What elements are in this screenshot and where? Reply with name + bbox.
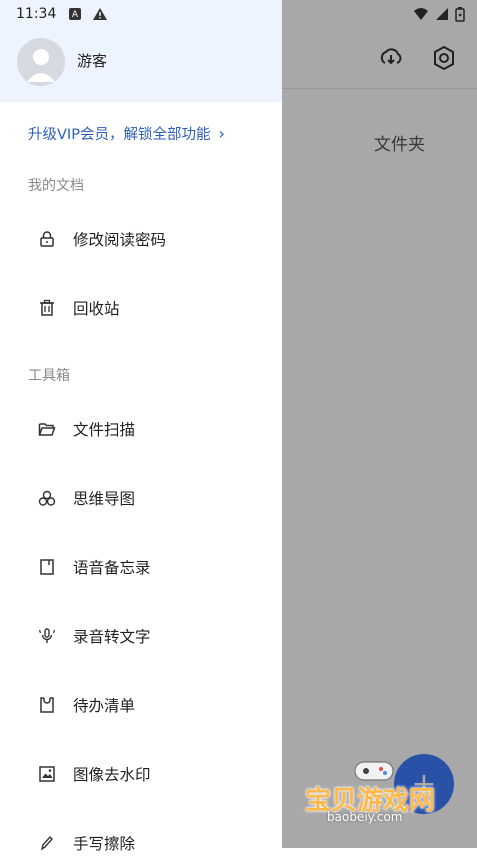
svg-text:A: A bbox=[72, 10, 79, 20]
menu-item-recycle-bin[interactable]: 回收站 bbox=[0, 283, 282, 333]
status-right-icons bbox=[413, 7, 465, 22]
signal-icon bbox=[436, 8, 448, 20]
user-avatar-icon bbox=[17, 38, 65, 86]
chevron-right-icon: › bbox=[218, 124, 225, 143]
notification-a-icon: A bbox=[69, 8, 81, 20]
microphone-icon bbox=[38, 628, 56, 643]
todo-icon bbox=[40, 697, 54, 713]
menu-item-label: 语音备忘录 bbox=[73, 559, 151, 577]
menu-item-label: 文件扫描 bbox=[73, 421, 136, 439]
warning-icon bbox=[93, 8, 107, 20]
menu-item-voice-memo[interactable]: 语音备忘录 bbox=[0, 542, 282, 592]
section-my-docs: 我的文档 bbox=[28, 178, 84, 194]
status-bar: 11:34 A bbox=[0, 0, 477, 28]
pen-icon bbox=[40, 835, 53, 851]
menu-item-label: 待办清单 bbox=[73, 697, 136, 715]
mindmap-icon bbox=[38, 490, 56, 506]
menu-item-speech-to-text[interactable]: 录音转文字 bbox=[0, 611, 282, 661]
menu-item-todo-list[interactable]: 待办清单 bbox=[0, 680, 282, 730]
vip-upgrade-link[interactable]: 升级VIP会员，解锁全部功能 › bbox=[28, 123, 225, 144]
menu-item-change-password[interactable]: 修改阅读密码 bbox=[0, 214, 282, 264]
menu-item-label: 思维导图 bbox=[73, 490, 136, 508]
status-time: 11:34 bbox=[16, 6, 57, 22]
menu-item-remove-watermark[interactable]: 图像去水印 bbox=[0, 749, 282, 799]
notebook-icon bbox=[40, 559, 54, 575]
battery-icon bbox=[455, 7, 465, 22]
trash-icon bbox=[40, 299, 54, 316]
menu-item-handwriting-erase[interactable]: 手写擦除 bbox=[0, 818, 282, 868]
menu-item-label: 手写擦除 bbox=[73, 835, 136, 853]
section-toolbox: 工具箱 bbox=[28, 368, 70, 384]
menu-item-label: 修改阅读密码 bbox=[73, 231, 167, 249]
site-watermark: 宝贝游戏网 baobeiy.com bbox=[303, 756, 453, 836]
lock-icon bbox=[40, 231, 54, 247]
menu-item-mind-map[interactable]: 思维导图 bbox=[0, 473, 282, 523]
navigation-drawer: 游客 升级VIP会员，解锁全部功能 › 我的文档 修改阅读密码 回收站 工具箱 … bbox=[0, 0, 282, 853]
menu-item-file-scan[interactable]: 文件扫描 bbox=[0, 404, 282, 454]
wifi-icon bbox=[414, 8, 428, 20]
username[interactable]: 游客 bbox=[77, 50, 107, 71]
status-left-icons: A bbox=[68, 7, 108, 21]
menu-item-label: 录音转文字 bbox=[73, 628, 151, 646]
watermark-subtitle: baobeiy.com bbox=[327, 810, 403, 824]
avatar[interactable] bbox=[17, 38, 65, 86]
menu-item-label: 图像去水印 bbox=[73, 766, 151, 784]
menu-item-label: 回收站 bbox=[73, 300, 120, 318]
vip-label: 升级VIP会员，解锁全部功能 bbox=[28, 127, 211, 143]
image-icon bbox=[39, 766, 55, 782]
folder-open-icon bbox=[38, 423, 56, 436]
